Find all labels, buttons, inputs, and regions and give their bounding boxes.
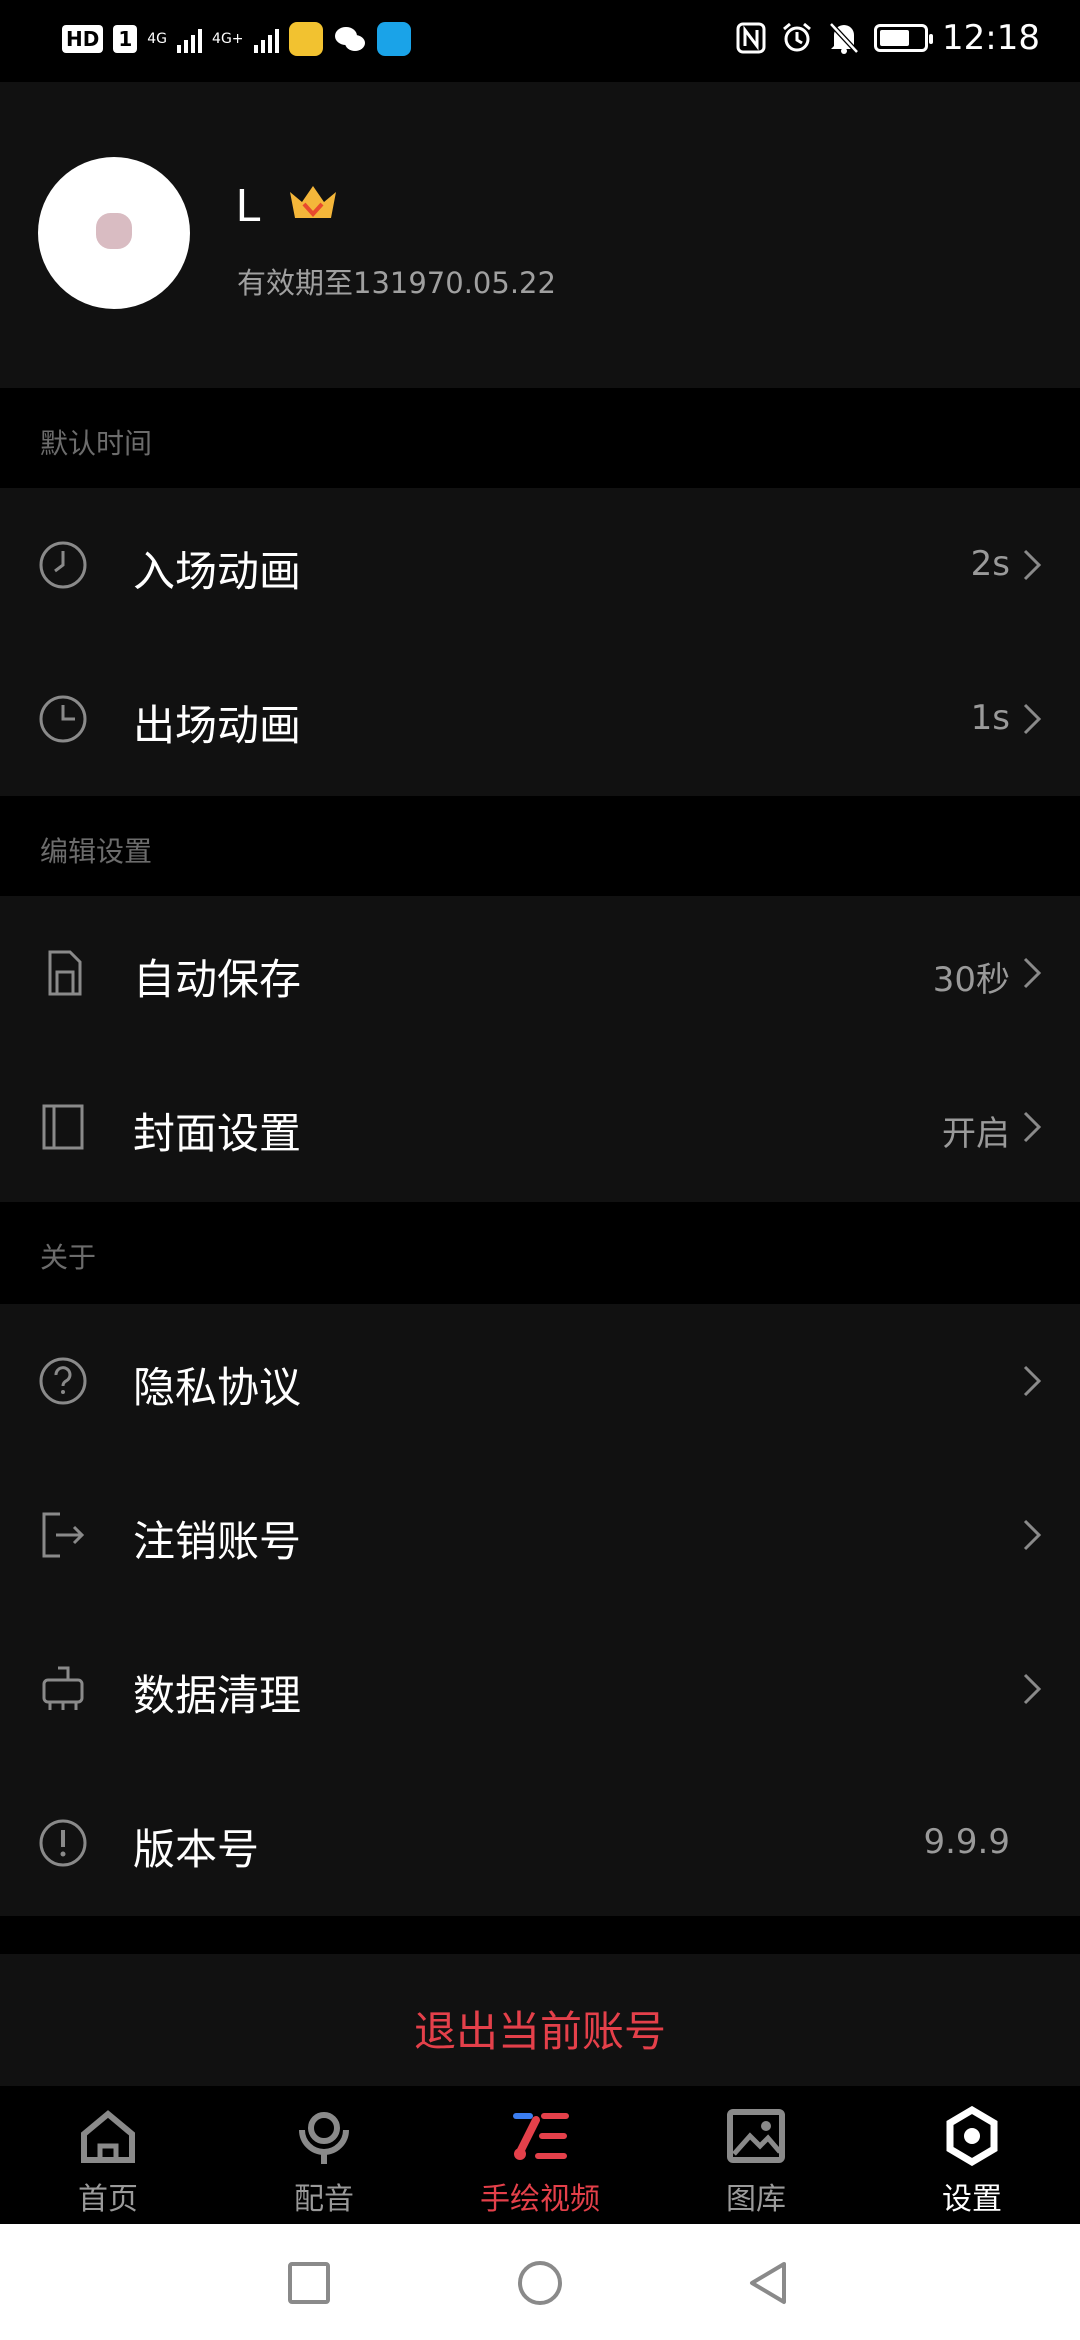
hand-draw-icon bbox=[513, 2113, 569, 2160]
question-icon bbox=[39, 1357, 87, 1405]
back-icon[interactable] bbox=[744, 2258, 794, 2308]
setting-row-auto-save[interactable]: 自动保存 30秒 bbox=[0, 896, 1080, 1050]
signal-icon bbox=[177, 25, 203, 53]
settings-group-about: 隐私协议 注销账号 数据清理 版本号 9.9.9 bbox=[0, 1304, 1080, 1916]
setting-row-version: 版本号 9.9.9 bbox=[0, 1766, 1080, 1920]
chevron-right-icon bbox=[1023, 549, 1042, 581]
logout-label: 退出当前账号 bbox=[413, 2007, 666, 2056]
tab-dubbing[interactable]: 配音 bbox=[216, 2086, 432, 2224]
chevron-right-icon bbox=[1023, 957, 1042, 989]
setting-row-privacy-policy[interactable]: 隐私协议 bbox=[0, 1304, 1080, 1458]
setting-value: 2s bbox=[970, 544, 1010, 584]
nfc-icon bbox=[736, 22, 766, 54]
clock-icon bbox=[39, 541, 87, 589]
tab-label: 图库 bbox=[726, 2182, 786, 2217]
wechat-icon bbox=[334, 27, 365, 51]
tab-label: 设置 bbox=[942, 2182, 1002, 2217]
setting-label: 注销账号 bbox=[133, 1517, 302, 1566]
version-number: 9.9.9 bbox=[923, 1822, 1010, 1862]
tab-gallery[interactable]: 图库 bbox=[648, 2086, 864, 2224]
chevron-right-icon bbox=[1023, 703, 1042, 735]
setting-label: 数据清理 bbox=[133, 1671, 302, 1720]
tab-label: 配音 bbox=[294, 2182, 354, 2217]
home-icon bbox=[81, 2110, 135, 2163]
bottom-tab-bar: 首页 配音 手绘视频 图库 设置 bbox=[0, 2086, 1080, 2224]
chevron-right-icon bbox=[1023, 1365, 1042, 1397]
chevron-right-icon bbox=[1023, 1519, 1042, 1551]
setting-label: 封面设置 bbox=[133, 1109, 302, 1158]
section-title: 关于 bbox=[40, 1241, 97, 1274]
setting-label: 隐私协议 bbox=[133, 1363, 302, 1412]
network-type-2: 4G+ bbox=[212, 31, 244, 47]
vip-crown-icon bbox=[290, 186, 336, 218]
signal-icon-2 bbox=[253, 25, 279, 53]
setting-label: 自动保存 bbox=[133, 955, 302, 1004]
setting-value: 开启 bbox=[942, 1114, 1010, 1154]
gallery-icon bbox=[727, 2109, 785, 2163]
clock-time: 12:18 bbox=[942, 18, 1040, 58]
setting-row-entry-animation[interactable]: 入场动画 2s bbox=[0, 488, 1080, 642]
network-type-1: 4G bbox=[147, 31, 168, 47]
logout-icon bbox=[42, 1512, 85, 1558]
section-header-about: 关于 bbox=[0, 1202, 1080, 1304]
status-bar: HD 1 4G 4G+ 12:18 bbox=[0, 0, 1080, 82]
broom-icon bbox=[42, 1666, 84, 1710]
sd-card-icon bbox=[48, 950, 82, 996]
mute-icon bbox=[829, 22, 859, 54]
recents-icon[interactable] bbox=[284, 2258, 334, 2308]
tab-label: 手绘视频 bbox=[480, 2182, 600, 2217]
setting-value: 1s bbox=[970, 698, 1010, 738]
search-app-icon bbox=[376, 22, 411, 56]
clock-icon bbox=[39, 695, 87, 743]
avatar-image bbox=[96, 213, 132, 249]
section-title: 默认时间 bbox=[40, 427, 153, 460]
tab-hand-draw-video[interactable]: 手绘视频 bbox=[432, 2086, 648, 2224]
tab-settings[interactable]: 设置 bbox=[864, 2086, 1080, 2224]
setting-row-exit-animation[interactable]: 出场动画 1s bbox=[0, 642, 1080, 796]
home-button-icon[interactable] bbox=[515, 2258, 565, 2308]
status-left: HD 1 4G 4G+ bbox=[62, 22, 411, 56]
chevron-right-icon bbox=[1023, 1111, 1042, 1143]
setting-label: 版本号 bbox=[133, 1825, 260, 1874]
setting-value: 30秒 bbox=[932, 960, 1010, 1000]
avatar[interactable] bbox=[38, 157, 190, 309]
setting-row-cover-settings[interactable]: 封面设置 开启 bbox=[0, 1050, 1080, 1204]
setting-row-data-cleanup[interactable]: 数据清理 bbox=[0, 1612, 1080, 1766]
cover-icon bbox=[42, 1104, 84, 1150]
logout-button[interactable]: 退出当前账号 bbox=[0, 1954, 1080, 2086]
settings-group-edit-settings: 自动保存 30秒 封面设置 开启 bbox=[0, 896, 1080, 1202]
system-nav-bar bbox=[0, 2224, 1080, 2340]
dubbing-icon bbox=[299, 2112, 349, 2164]
status-right: 12:18 bbox=[736, 18, 1040, 58]
username: L bbox=[236, 179, 262, 231]
setting-label: 出场动画 bbox=[133, 701, 302, 750]
setting-label: 入场动画 bbox=[133, 547, 302, 596]
mail-app-icon bbox=[288, 22, 323, 56]
setting-row-delete-account[interactable]: 注销账号 bbox=[0, 1458, 1080, 1612]
hd-badge: HD bbox=[62, 25, 104, 53]
membership-expiry: 有效期至131970.05.22 bbox=[237, 266, 556, 300]
tab-label: 首页 bbox=[78, 2182, 138, 2217]
chevron-right-icon bbox=[1023, 1673, 1042, 1705]
alarm-icon bbox=[783, 22, 811, 52]
settings-group-default-time: 入场动画 2s 出场动画 1s bbox=[0, 488, 1080, 796]
profile-card[interactable]: L 有效期至131970.05.22 bbox=[0, 82, 1080, 388]
section-header-default-time: 默认时间 bbox=[0, 388, 1080, 488]
battery-icon bbox=[874, 24, 934, 52]
sim-badge: 1 bbox=[113, 25, 138, 53]
section-header-edit-settings: 编辑设置 bbox=[0, 796, 1080, 896]
settings-icon bbox=[946, 2106, 998, 2166]
tab-home[interactable]: 首页 bbox=[0, 2086, 216, 2224]
info-icon bbox=[39, 1819, 87, 1867]
section-title: 编辑设置 bbox=[40, 835, 153, 868]
